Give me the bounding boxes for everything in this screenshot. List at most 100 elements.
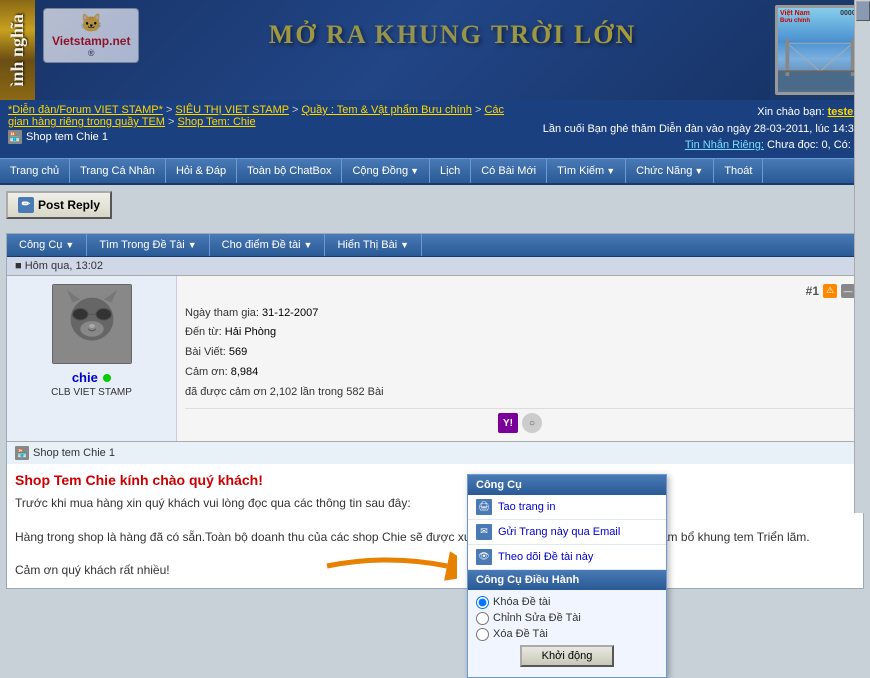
radio-chinh-sua-input[interactable] [476, 612, 489, 625]
breadcrumb-home[interactable]: *Diễn đàn/Forum VIET STAMP* [8, 104, 163, 116]
nav-cong-dong[interactable]: Cộng Đồng ▼ [342, 159, 430, 183]
shop-section: 🏪 Shop tem Chie 1 [7, 441, 863, 464]
pm-info: Tin Nhắn Riêng: Chưa đọc: 0, Có: 0 [543, 137, 860, 154]
chevron-down-icon-7: ▼ [400, 240, 409, 250]
dropdown-tao-trang-label: Tao trang in [498, 501, 555, 513]
nav-bai-moi[interactable]: Có Bài Mới [471, 159, 547, 183]
chevron-down-icon: ▼ [410, 166, 419, 176]
main-content: ✏ Post Reply Công Cụ ▼ Tìm Trong Đề Tài … [0, 185, 870, 596]
join-date: 31-12-2007 [262, 307, 318, 319]
nav-thoat[interactable]: Thoát [714, 159, 763, 183]
posts-row: Bài Viết: 569 [185, 343, 855, 363]
dropdown-admin-title: Công Cụ Điều Hành [468, 570, 666, 590]
chevron-down-icon-6: ▼ [304, 240, 313, 250]
dropdown-gui-trang-label: Gửi Trang này qua Email [498, 526, 620, 538]
post-content-panel: #1 ⚠ — Ngày tham gia: 31-12-2007 Đến từ:… [177, 276, 863, 442]
tool-hien-thi-label: Hiển Thị Bài [337, 239, 397, 251]
location: Hải Phòng [225, 326, 276, 338]
tool-hien-thi[interactable]: Hiển Thị Bài ▼ [325, 234, 422, 256]
shop-section-icon: 🏪 [15, 446, 29, 460]
thread-container: Công Cụ ▼ Tìm Trong Đề Tài ▼ Cho điểm Đề… [6, 233, 864, 590]
username-link[interactable]: chie [72, 370, 98, 385]
scrollbar-vertical[interactable] [854, 0, 870, 513]
radio-xoa[interactable]: Xóa Đề Tài [476, 628, 658, 641]
tool-tim-trong-label: Tìm Trong Đề Tài [99, 239, 184, 251]
nav-tim-kiem[interactable]: Tìm Kiếm ▼ [547, 159, 626, 183]
arrow-indicator [317, 544, 457, 592]
last-visit: Lần cuối Bạn ghé thăm Diễn đàn vào ngày … [543, 121, 860, 138]
posts-count: 569 [229, 346, 247, 358]
breadcrumb-shop[interactable]: Shop Tem: Chie [178, 116, 256, 128]
post-date-row: ■ Hôm qua, 13:02 [7, 257, 863, 276]
shop-icon: 🏪 [8, 130, 22, 144]
post-reply-area: ✏ Post Reply [6, 191, 864, 227]
dropdown-item-tao-trang[interactable]: 🖨 Tao trang in [468, 495, 666, 520]
post-reply-label: Post Reply [38, 198, 100, 212]
left-decoration: ình nghĩa [0, 0, 35, 100]
post-reply-button[interactable]: ✏ Post Reply [6, 191, 112, 219]
shop-current-label: Shop tem Chie 1 [26, 131, 108, 143]
cong-cu-dropdown: Công Cụ 🖨 Tao trang in ✉ Gửi Trang này q… [467, 474, 667, 678]
post-title: Shop Tem Chie kính chào quý khách! [15, 472, 855, 488]
nav-trang-chu[interactable]: Trang chủ [0, 159, 70, 183]
breadcrumb-quay[interactable]: Quầy : Tem & Vật phẩm Bưu chính [301, 104, 471, 116]
khoi-dong-button[interactable]: Khởi động [520, 645, 615, 667]
header: ình nghĩa 🐱 Vietstamp.net ® MỞ RA KHUNG … [0, 0, 870, 100]
greeting-label: Xin chào bạn: [757, 106, 824, 118]
radio-xoa-input[interactable] [476, 628, 489, 641]
nav-cong-dong-label: Cộng Đồng [352, 165, 408, 177]
nav-chat[interactable]: Toàn bộ ChatBox [237, 159, 342, 183]
dropdown-title: Công Cụ [468, 475, 666, 495]
info-bar: *Diễn đàn/Forum VIET STAMP* > SIÊU THỊ V… [0, 100, 870, 158]
radio-khoa-input[interactable] [476, 596, 489, 609]
left-deco-text: ình nghĩa [7, 14, 28, 87]
stamp-country: Việt Nam Bưu chính [780, 10, 810, 24]
radio-khoa-label: Khóa Đề tài [493, 596, 550, 608]
pm-link[interactable]: Tin Nhắn Riêng: [685, 139, 764, 151]
nav-lich[interactable]: Lịch [430, 159, 471, 183]
nav-chuc-nang[interactable]: Chức Năng ▼ [626, 159, 714, 183]
post-text-1: Trước khi mua hàng xin quý khách vui lòn… [15, 494, 855, 513]
yahoo-icon[interactable]: Y! [498, 413, 518, 433]
post-user-panel: chie CLB VIET STAMP [7, 276, 177, 442]
shop-section-label: Shop tem Chie 1 [33, 447, 115, 459]
nav-tim-kiem-label: Tìm Kiếm [557, 165, 604, 177]
nav-trang-ca-nhan[interactable]: Trang Cá Nhân [70, 159, 166, 183]
edit-icon[interactable]: — [841, 284, 855, 298]
tool-cho-diem[interactable]: Cho điểm Đề tài ▼ [210, 234, 326, 256]
join-date-row: Ngày tham gia: 31-12-2007 [185, 304, 855, 324]
tool-cong-cu[interactable]: Công Cụ ▼ [7, 234, 87, 256]
nav-hoi-dap[interactable]: Hỏi & Đáp [166, 159, 237, 183]
greeting-area: Xin chào bạn: tester. Lần cuối Bạn ghé t… [533, 100, 870, 158]
tool-tim-trong[interactable]: Tìm Trong Đề Tài ▼ [87, 234, 209, 256]
breadcrumb-sieu-thi[interactable]: SIÊU THỊ VIET STAMP [175, 104, 289, 116]
online-status-icon [103, 374, 111, 382]
cam-on-detail-row: đã được cảm ơn 2,102 lần trong 582 Bài [185, 383, 855, 403]
post-number: #1 [806, 284, 819, 298]
post-body: chie CLB VIET STAMP #1 ⚠ — Ngày tham gia… [7, 276, 863, 442]
pm-count: Chưa đọc: 0, Có: 0 [767, 139, 860, 151]
radio-xoa-label: Xóa Đề Tài [493, 628, 548, 640]
post-meta: #1 ⚠ — [185, 284, 855, 298]
watch-icon: 👁 [476, 549, 492, 565]
scrollbar-up-button[interactable] [856, 1, 870, 21]
dropdown-item-gui-trang[interactable]: ✉ Gửi Trang này qua Email [468, 520, 666, 545]
arrow-svg [317, 544, 457, 589]
user-avatar [52, 284, 132, 364]
radio-khoa[interactable]: Khóa Đề tài [476, 596, 658, 609]
user-group: CLB VIET STAMP [15, 387, 168, 398]
chevron-down-icon-3: ▼ [694, 166, 703, 176]
username-row: chie [15, 370, 168, 385]
navigation-bar: Trang chủ Trang Cá Nhân Hỏi & Đáp Toàn b… [0, 158, 870, 185]
skype-icon[interactable]: ○ [522, 413, 542, 433]
greeting-text: Xin chào bạn: tester. [543, 104, 860, 121]
nav-chuc-nang-label: Chức Năng [636, 165, 692, 177]
cam-on-row: Cảm ơn: 8,984 [185, 363, 855, 383]
breadcrumb-section: *Diễn đàn/Forum VIET STAMP* > SIÊU THỊ V… [0, 100, 533, 148]
dropdown-item-theo-doi[interactable]: 👁 Theo dõi Đề tài này [468, 545, 666, 570]
radio-chinh-sua[interactable]: Chỉnh Sửa Đề Tài [476, 612, 658, 625]
print-icon: 🖨 [476, 499, 492, 515]
reply-icon: ✏ [18, 197, 34, 213]
tool-cho-diem-label: Cho điểm Đề tài [222, 239, 301, 251]
warn-icon[interactable]: ⚠ [823, 284, 837, 298]
